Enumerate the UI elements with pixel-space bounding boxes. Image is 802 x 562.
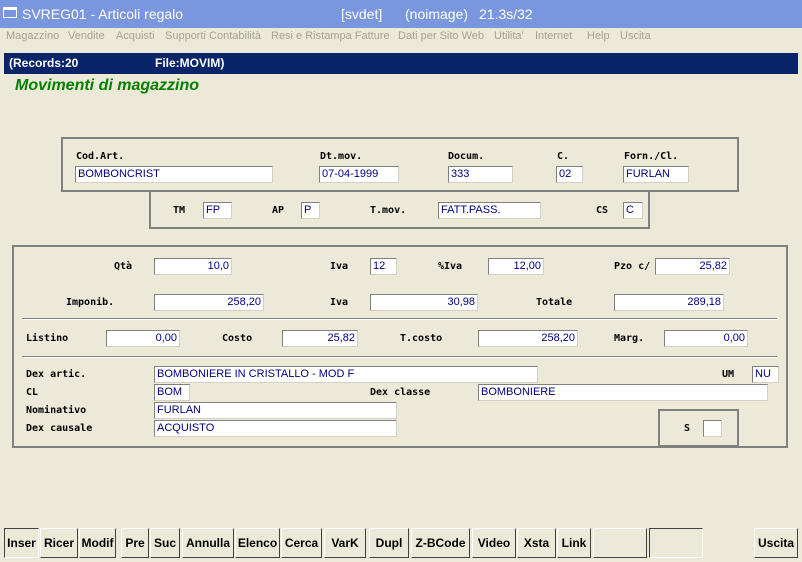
pzo-field[interactable]: 25,82 — [655, 258, 730, 275]
menu-dati-sito-web[interactable]: Dati per Sito Web — [398, 30, 484, 42]
cl-label: CL — [26, 387, 39, 398]
elenco-button[interactable]: Elenco — [235, 528, 280, 558]
docum-label: Docum. — [448, 151, 485, 162]
costo-field[interactable]: 25,82 — [282, 330, 358, 347]
cerca-button[interactable]: Cerca — [281, 528, 322, 558]
iva-code-label: Iva — [330, 261, 349, 272]
c-label: C. — [557, 151, 570, 162]
menu-internet[interactable]: Internet — [535, 30, 572, 42]
record-info-bar: (Records:20 File:MOVIM) — [4, 53, 798, 74]
menu-supporti-contabilita[interactable]: Supporti Contabilità — [165, 30, 261, 42]
dex-causale-label: Dex causale — [26, 423, 93, 434]
iva-amount-field[interactable]: 30,98 — [370, 294, 478, 311]
ricer-button[interactable]: Ricer — [40, 528, 78, 558]
dex-classe-label: Dex classe — [370, 387, 431, 398]
records-count: (Records:20 — [9, 56, 79, 70]
cs-field[interactable]: C — [623, 202, 643, 219]
modif-button[interactable]: Modif — [79, 528, 116, 558]
menu-acquisti[interactable]: Acquisti — [116, 30, 155, 42]
blank-button[interactable] — [593, 528, 647, 558]
forn-cl-field[interactable]: FURLAN — [623, 166, 689, 183]
nominativo-label: Nominativo — [26, 405, 87, 416]
cod-art-field[interactable]: BOMBONCRIST — [75, 166, 273, 183]
marg-label: Marg. — [614, 333, 645, 344]
inser-button[interactable]: Inser — [4, 528, 39, 558]
xsta-button[interactable]: Xsta — [517, 528, 556, 558]
menu-help[interactable]: Help — [587, 30, 610, 42]
s-field[interactable] — [703, 420, 722, 437]
docum-field[interactable]: 333 — [448, 166, 513, 183]
tmov-label: T.mov. — [370, 205, 407, 216]
pre-button[interactable]: Pre — [121, 528, 149, 558]
totale-field[interactable]: 289,18 — [614, 294, 724, 311]
menu-uscita[interactable]: Uscita — [620, 30, 651, 42]
menu-vendite[interactable]: Vendite — [68, 30, 105, 42]
link-button[interactable]: Link — [557, 528, 591, 558]
um-field[interactable]: NU — [752, 366, 779, 383]
tcosto-label: T.costo — [400, 333, 443, 344]
perc-iva-field[interactable]: 12,00 — [488, 258, 544, 275]
um-label: UM — [722, 369, 735, 380]
tmov-field[interactable]: FATT.PASS. — [438, 202, 541, 219]
listino-field[interactable]: 0,00 — [106, 330, 180, 347]
header-group — [61, 137, 739, 192]
timing-status: 21.3s/32 — [479, 6, 533, 22]
video-button[interactable]: Video — [472, 528, 516, 558]
tm-field[interactable]: FP — [203, 202, 232, 219]
suc-button[interactable]: Suc — [150, 528, 180, 558]
dex-classe-field[interactable]: BOMBONIERE — [478, 384, 768, 401]
perc-iva-label: %Iva — [438, 261, 463, 272]
forn-cl-label: Forn./Cl. — [624, 151, 679, 162]
blank-button[interactable] — [649, 528, 703, 558]
costo-label: Costo — [222, 333, 253, 344]
iva-code-field[interactable]: 12 — [370, 258, 397, 275]
imponib-label: Imponib. — [66, 297, 115, 308]
listino-label: Listino — [26, 333, 69, 344]
cod-art-label: Cod.Art. — [76, 151, 125, 162]
c-field[interactable]: 02 — [556, 166, 583, 183]
cl-field[interactable]: BOM — [154, 384, 190, 401]
dex-artic-field[interactable]: BOMBONIERE IN CRISTALLO - MOD F — [154, 366, 538, 383]
zbcode-button[interactable]: Z-BCode — [411, 528, 470, 558]
annulla-button[interactable]: Annulla — [182, 528, 234, 558]
uscita-button[interactable]: Uscita — [754, 528, 798, 558]
marg-field[interactable]: 0,00 — [664, 330, 748, 347]
dupl-button[interactable]: Dupl — [369, 528, 409, 558]
s-group — [658, 409, 739, 447]
window-title: SVREG01 - Articoli regalo — [22, 6, 184, 22]
menu-bar: Magazzino Vendite Acquisti Supporti Cont… — [0, 28, 802, 47]
cs-label: CS — [596, 205, 609, 216]
app-window-icon[interactable] — [3, 7, 17, 18]
tm-label: TM — [173, 205, 186, 216]
iva-amount-label: Iva — [330, 297, 349, 308]
qta-field[interactable]: 10,0 — [154, 258, 232, 275]
dt-mov-field[interactable]: 07-04-1999 — [319, 166, 399, 183]
qta-label: Qtà — [114, 261, 133, 272]
menu-resi-ristampa[interactable]: Resi e Ristampa Fatture — [271, 30, 390, 42]
file-name: File:MOVIM) — [155, 56, 225, 70]
divider — [22, 318, 777, 320]
vark-button[interactable]: VarK — [324, 528, 366, 558]
dex-artic-label: Dex artic. — [26, 369, 87, 380]
imponib-field[interactable]: 258,20 — [154, 294, 264, 311]
divider — [22, 356, 777, 358]
tcosto-field[interactable]: 258,20 — [478, 330, 578, 347]
dt-mov-label: Dt.mov. — [320, 151, 363, 162]
image-status: (noimage) — [405, 6, 469, 22]
ap-field[interactable]: P — [301, 202, 320, 219]
pzo-label: Pzo c/ — [614, 261, 651, 272]
menu-utilita[interactable]: Utilita' — [494, 30, 524, 42]
ap-label: AP — [272, 205, 285, 216]
nominativo-field[interactable]: FURLAN — [154, 402, 397, 419]
dex-causale-field[interactable]: ACQUISTO — [154, 420, 397, 437]
menu-magazzino[interactable]: Magazzino — [6, 30, 59, 42]
page-title: Movimenti di magazzino — [15, 77, 200, 94]
totale-label: Totale — [536, 297, 573, 308]
s-label: S — [684, 423, 691, 434]
session-label: [svdet] — [341, 6, 383, 22]
title-bar: SVREG01 - Articoli regalo [svdet] (noima… — [0, 0, 802, 28]
